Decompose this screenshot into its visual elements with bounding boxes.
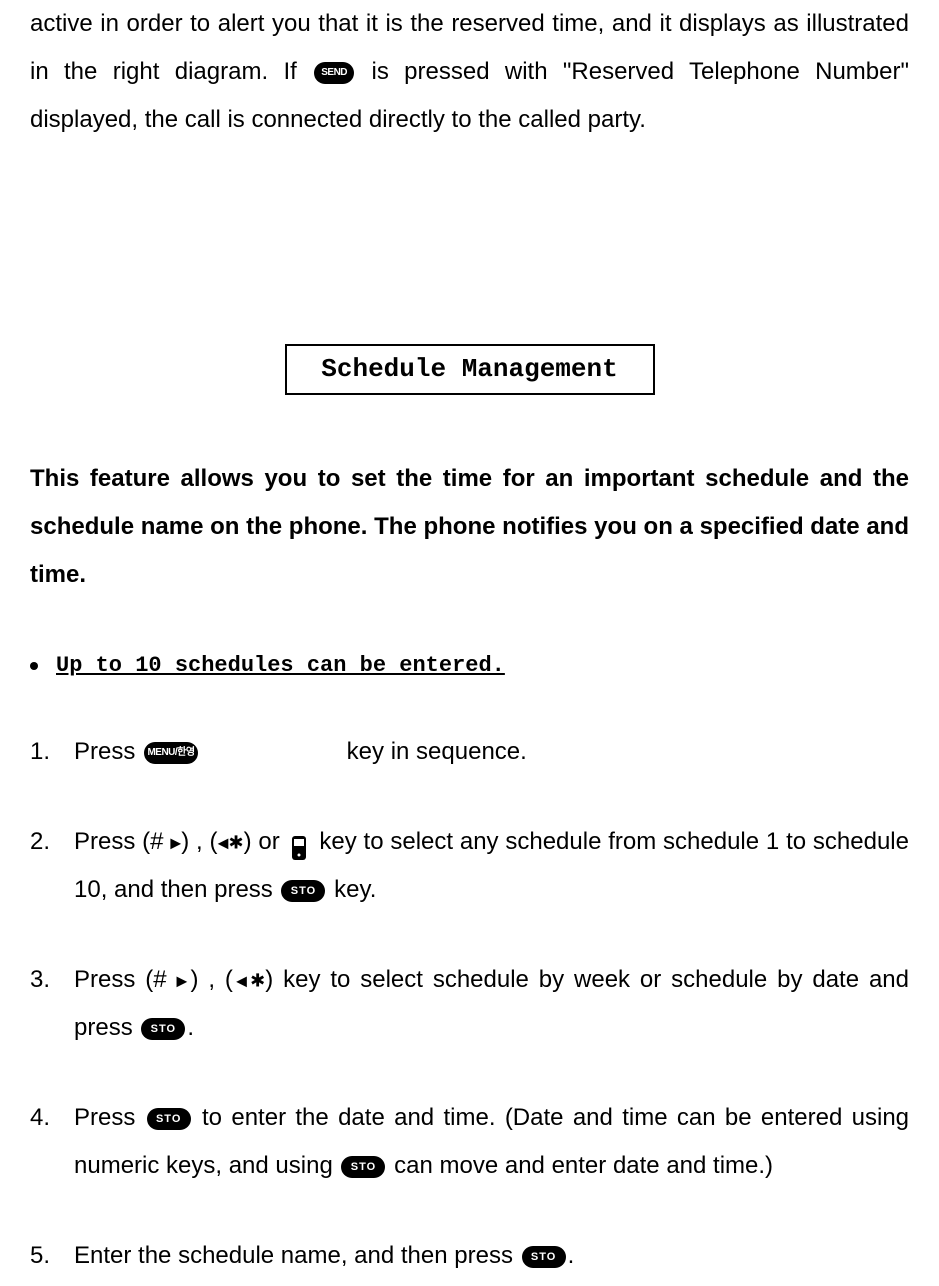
step3-text-b: ) , ( <box>190 966 232 993</box>
step-1: Press MENU/한영 key in sequence. <box>30 728 909 776</box>
sto-icon: STO <box>281 880 325 902</box>
sto-icon: STO <box>341 1156 385 1178</box>
step-2: Press (# ▶) , (◀✱) or key to select any … <box>30 818 909 914</box>
bullet-icon <box>30 662 38 670</box>
step3-text-d: . <box>187 1014 194 1041</box>
step-3: Press (# ▶) , (◀✱) key to select schedul… <box>30 956 909 1052</box>
phone-icon <box>289 830 311 856</box>
triangle-left-icon: ◀ <box>217 835 228 851</box>
step4-text-a: Press <box>74 1104 145 1131</box>
step5-text-b: . <box>568 1242 575 1269</box>
steps-list: Press MENU/한영 key in sequence. Press (# … <box>30 728 909 1280</box>
section-title-box: Schedule Management <box>285 344 655 395</box>
bullet-note-line: Up to 10 schedules can be entered. <box>30 644 909 688</box>
feature-description: This feature allows you to set the time … <box>30 455 909 599</box>
triangle-right-icon: ▶ <box>170 835 181 851</box>
step2-text-e: key. <box>327 876 376 903</box>
step-5: Enter the schedule name, and then press … <box>30 1232 909 1280</box>
intro-paragraph: active in order to alert you that it is … <box>30 0 909 144</box>
sto-icon: STO <box>141 1018 185 1040</box>
section-title: Schedule Management <box>321 354 617 384</box>
step-4: Press STO to enter the date and time. (D… <box>30 1094 909 1190</box>
triangle-left-icon: ◀ <box>233 973 250 989</box>
sto-icon: STO <box>147 1108 191 1130</box>
sto-icon: STO <box>522 1246 566 1268</box>
menu-icon: MENU/한영 <box>144 742 198 764</box>
triangle-right-icon: ▶ <box>176 973 190 989</box>
star-icon: ✱ <box>229 833 244 853</box>
step1-text-b: key in sequence. <box>340 738 527 765</box>
step2-text-c: ) or <box>244 828 287 855</box>
step5-text-a: Enter the schedule name, and then press <box>74 1242 520 1269</box>
step2-text-a: Press (# <box>74 828 170 855</box>
bullet-note-text: Up to 10 schedules can be entered. <box>56 644 505 688</box>
step1-text-a: Press <box>74 738 142 765</box>
step3-text-a: Press (# <box>74 966 176 993</box>
star-icon: ✱ <box>250 971 265 991</box>
send-icon: SEND <box>314 62 354 84</box>
step4-text-c: can move and enter date and time.) <box>387 1152 773 1179</box>
step2-text-b: ) , ( <box>181 828 217 855</box>
